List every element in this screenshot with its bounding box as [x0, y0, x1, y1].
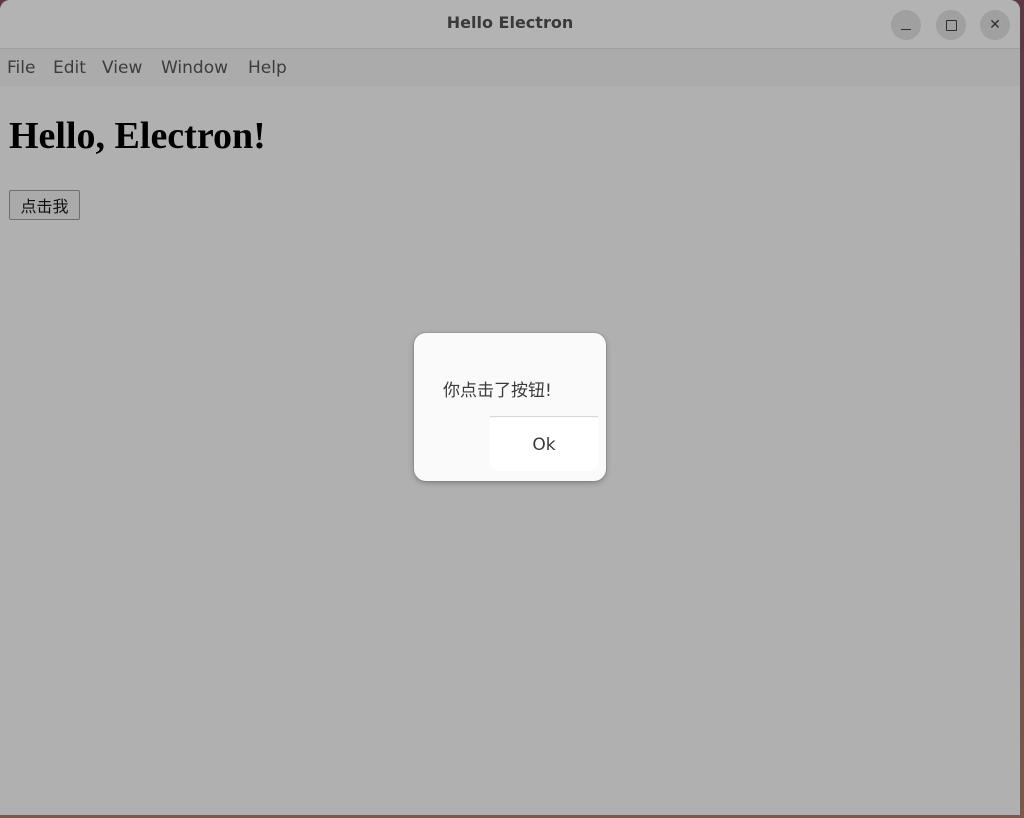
menu-help[interactable]: Help	[248, 58, 287, 78]
menu-file[interactable]: File	[7, 58, 35, 78]
dialog-message: 你点击了按钮!	[443, 381, 552, 401]
ok-button[interactable]: Ok	[490, 418, 598, 471]
close-icon: ✕	[989, 17, 1001, 33]
dialog-divider	[490, 416, 598, 417]
menu-view[interactable]: View	[102, 58, 142, 78]
maximize-button[interactable]	[936, 10, 966, 40]
alert-dialog: 你点击了按钮! Ok	[414, 333, 606, 481]
maximize-icon	[945, 19, 957, 31]
minimize-icon	[901, 28, 911, 30]
menu-edit[interactable]: Edit	[53, 58, 86, 78]
page-heading: Hello, Electron!	[9, 115, 266, 157]
click-me-button[interactable]: 点击我	[9, 190, 80, 220]
menu-window[interactable]: Window	[161, 58, 228, 78]
close-button[interactable]: ✕	[980, 10, 1010, 40]
title-bar[interactable]: Hello Electron ✕	[0, 0, 1020, 49]
menu-bar: File Edit View Window Help	[0, 49, 1020, 86]
window-title: Hello Electron	[446, 13, 574, 32]
minimize-button[interactable]	[891, 10, 921, 40]
